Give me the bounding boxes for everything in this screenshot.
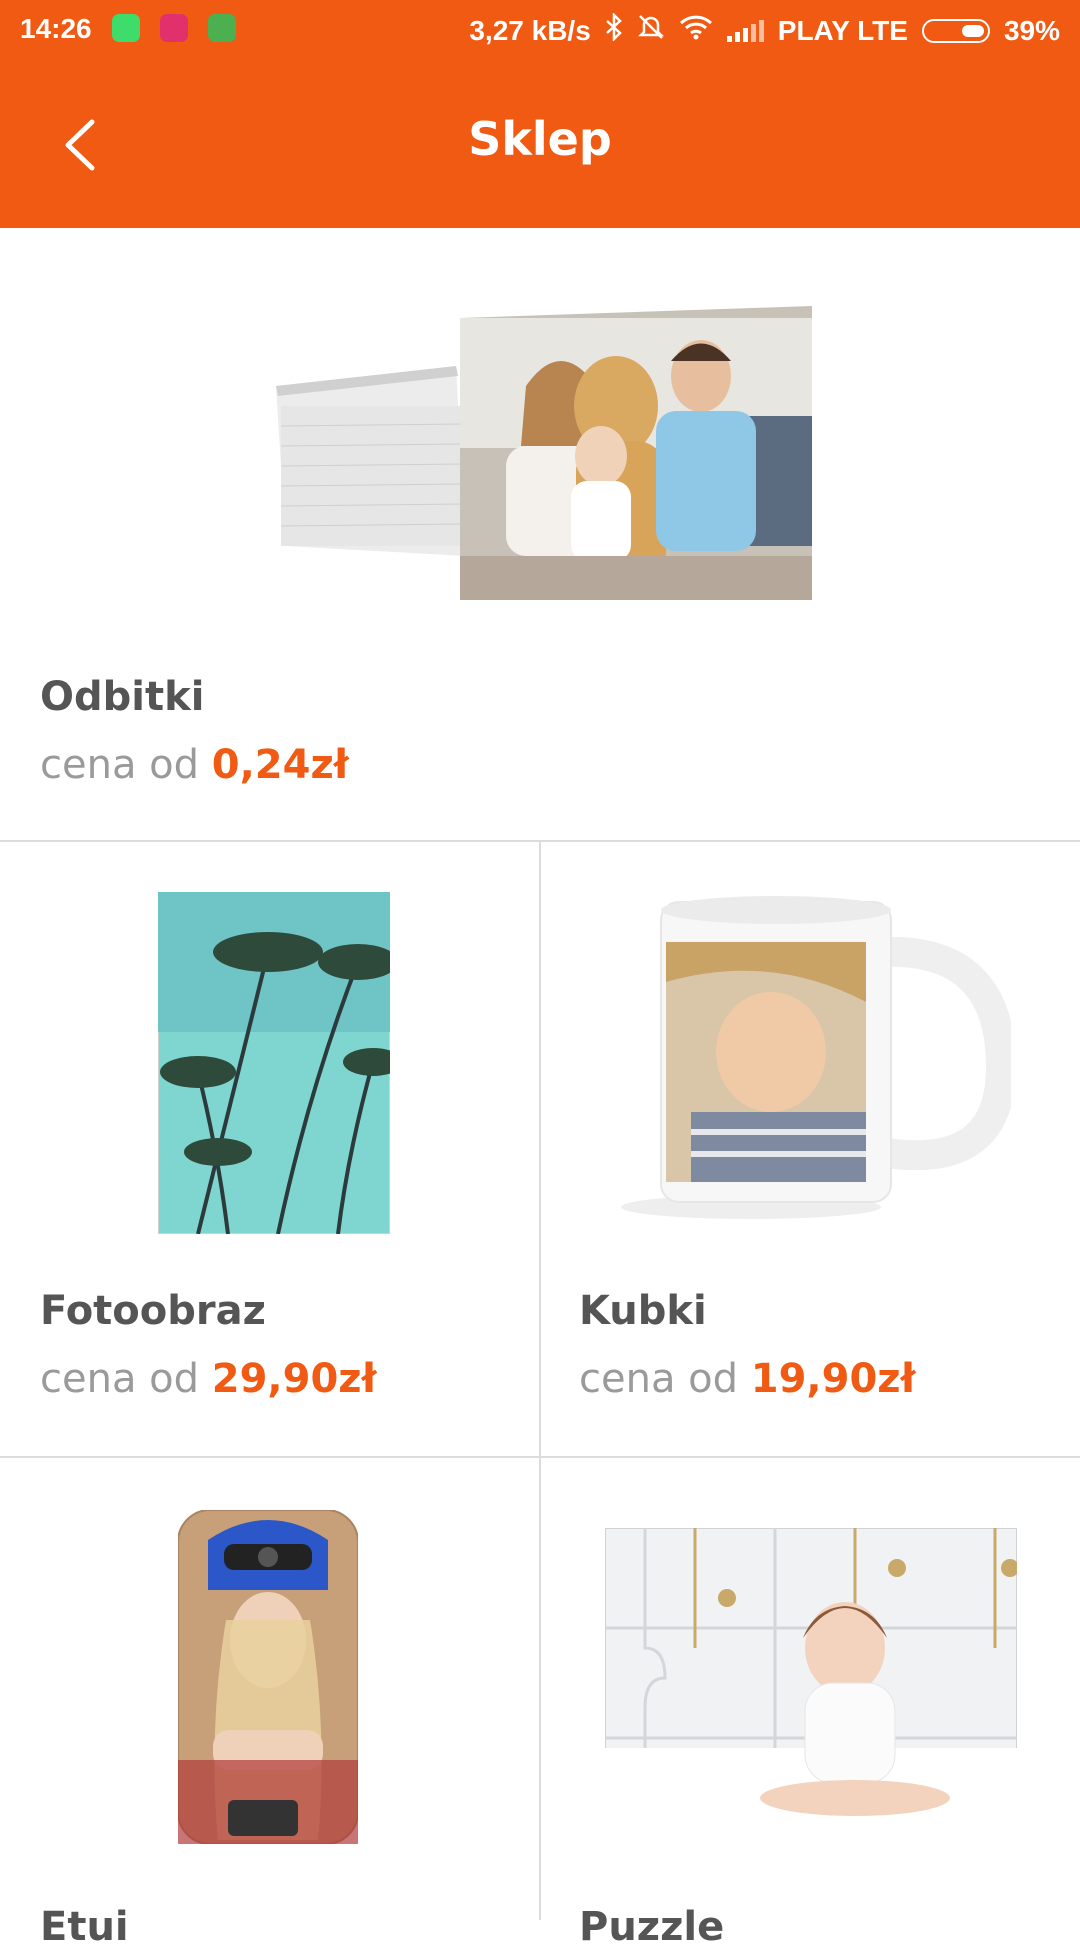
bell-muted-icon: [637, 13, 665, 48]
product-name: Etui: [40, 1904, 129, 1950]
puzzle-image: [605, 1528, 1017, 1826]
bluetooth-icon: [605, 11, 623, 48]
product-tile-odbitki[interactable]: Odbitki cena od 0,24zł: [0, 228, 1080, 840]
wifi-icon: [679, 14, 713, 47]
battery-percent: 39%: [1003, 14, 1060, 46]
product-name: Kubki: [579, 1288, 707, 1334]
signal-icon: [726, 19, 764, 42]
maps-icon: [208, 14, 236, 42]
whatsapp-icon: [112, 14, 140, 42]
status-bar: 14:26 3,27 kB/s PLAY LTE 39%: [0, 0, 1080, 60]
product-tile-kubki[interactable]: Kubki cena od 19,90zł: [541, 842, 1080, 1456]
price-prefix: cena od: [40, 742, 200, 788]
product-price: cena od 19,90zł: [579, 1356, 915, 1402]
carrier: PLAY LTE: [777, 14, 908, 46]
product-name: Puzzle: [579, 1904, 725, 1950]
product-tile-etui[interactable]: Etui: [0, 1458, 539, 1950]
net-speed: 3,27 kB/s: [469, 14, 591, 46]
phone-case-image: [178, 1510, 358, 1844]
app-bar: Sklep: [0, 60, 1080, 228]
price-value: 0,24zł: [211, 742, 349, 788]
price-value: 19,90zł: [750, 1356, 916, 1402]
instagram-icon: [160, 14, 188, 42]
product-tile-fotoobraz[interactable]: Fotoobraz cena od 29,90zł: [0, 842, 539, 1456]
product-tile-puzzle[interactable]: Puzzle: [541, 1458, 1080, 1950]
product-name: Odbitki: [40, 674, 205, 720]
photo-canvas-image: [158, 892, 390, 1234]
status-time: 14:26: [20, 13, 92, 44]
price-prefix: cena od: [40, 1356, 200, 1402]
price-prefix: cena od: [579, 1356, 739, 1402]
product-name: Fotoobraz: [40, 1288, 266, 1334]
page-title: Sklep: [468, 112, 612, 166]
product-price: cena od 29,90zł: [40, 1356, 376, 1402]
product-price: cena od 0,24zł: [40, 742, 349, 788]
mug-image: [621, 896, 1011, 1219]
price-value: 29,90zł: [211, 1356, 377, 1402]
photo-prints-image: [256, 266, 822, 626]
battery-icon: [921, 18, 990, 43]
